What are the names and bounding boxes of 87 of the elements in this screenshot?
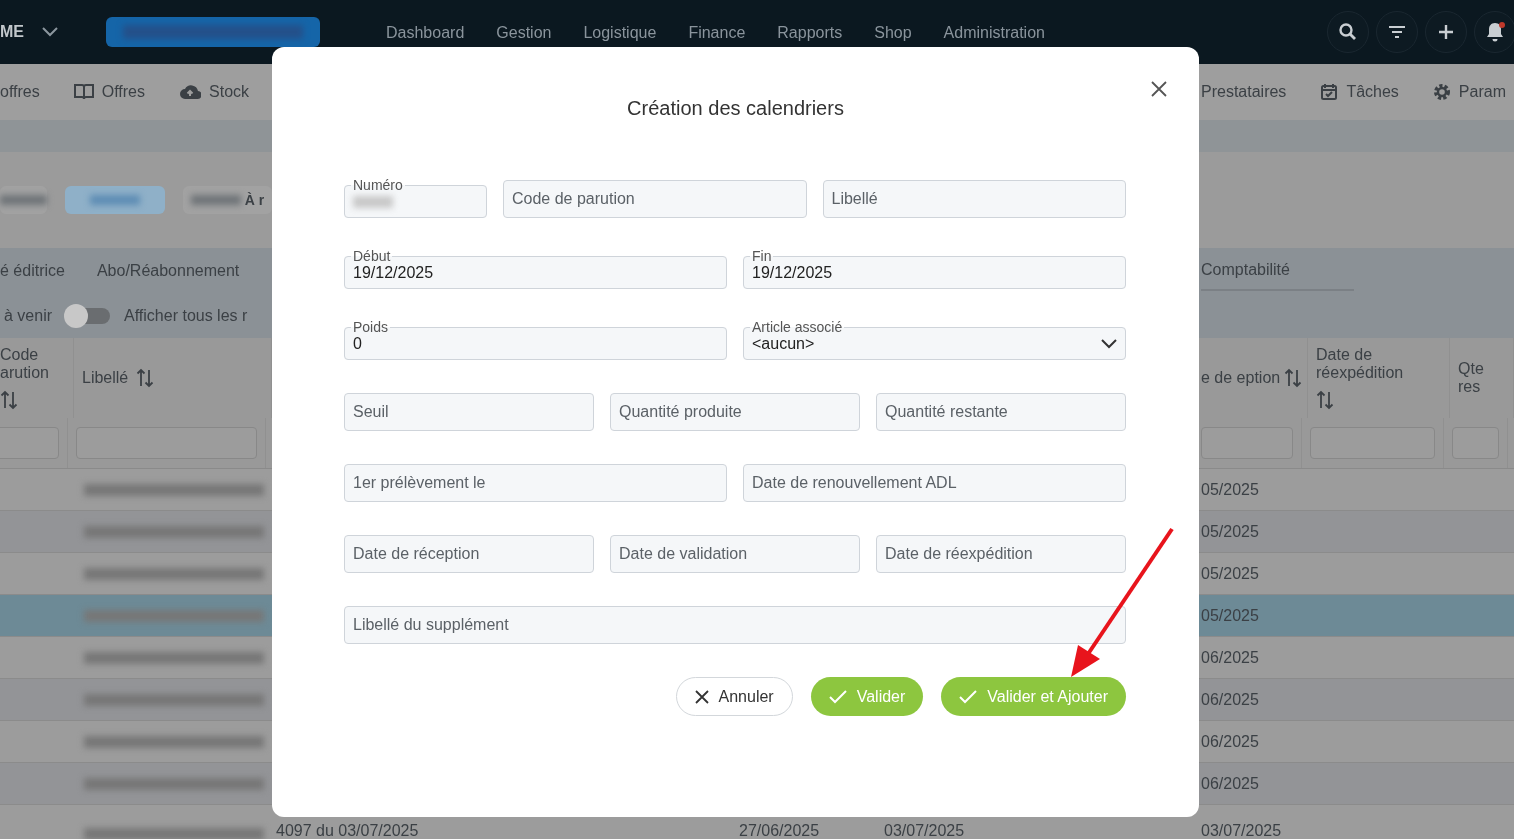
filter-label: à venir [4,306,53,325]
table-cell: 4097 du 03/07/2025 [276,822,419,839]
input-field[interactable]: Date de réexpédition [876,535,1126,573]
table-cell: 05/2025 [1201,606,1259,625]
nav-link[interactable]: Logistique [567,24,673,42]
nav-link[interactable]: Rapports [761,24,859,42]
toggle-label: Afficher tous les r [124,306,248,325]
confirm-button[interactable]: Valider [810,677,924,716]
input-field[interactable]: Poids 0 [344,320,727,360]
table-cell: 06/2025 [1201,732,1259,751]
sort-icon[interactable] [1284,368,1303,388]
tab[interactable]: é éditrice [0,251,65,290]
field-label: Début [352,249,392,263]
column-header[interactable]: e de eption [1201,369,1281,387]
field-label: Numéro [352,178,404,192]
nav-link[interactable]: Gestion [480,24,568,42]
filter-button[interactable] [1376,11,1418,53]
column-header[interactable]: Code arution [0,346,65,382]
input-field[interactable]: Quantité produite [610,393,860,431]
check-icon [959,689,978,704]
close-icon [694,689,709,704]
input-field[interactable]: Fin 19/12/2025 [743,249,1126,289]
chevron-down-icon [1101,338,1117,349]
nav-link[interactable]: Shop [858,24,928,42]
table-cell: 03/07/2025 [1201,822,1282,839]
field-label: Poids [352,320,390,334]
field-label: Article associé [751,320,844,334]
settings-icon [1432,83,1451,101]
cancel-button[interactable]: Annuler [675,677,793,716]
toolbar-link[interactable]: Prestataires [1201,83,1287,101]
calendar-icon [1320,83,1339,101]
field-value: 19/12/2025 [752,263,833,282]
search-icon [1338,22,1358,42]
input-field[interactable]: Date de validation [610,535,860,573]
sort-icon[interactable] [1316,390,1334,410]
table-cell: 06/2025 [1201,774,1259,793]
cloud-upload-icon [179,84,201,100]
nav-link[interactable]: Dashboard [370,24,481,42]
input-field[interactable]: Début 19/12/2025 [344,249,727,289]
filter-chip[interactable]: À r [183,186,272,214]
confirm-button[interactable]: Valider et Ajouter [941,677,1126,716]
toolbar-link[interactable]: Stock [179,83,250,101]
brand-name: ME [0,23,24,41]
tab[interactable]: Abo/Réabonnement [96,251,240,290]
input-field[interactable]: Date de réception [344,535,594,573]
table-cell: 03/07/2025 [884,822,965,839]
table-cell: 05/2025 [1201,480,1259,499]
book-icon [73,83,94,101]
input-field[interactable]: Seuil [344,393,594,431]
plus-icon [1436,22,1456,42]
notifications-button[interactable] [1474,11,1514,53]
field-value: 19/12/2025 [353,263,434,282]
toolbar-link[interactable]: Offres [73,83,145,101]
table-cell: 05/2025 [1201,522,1259,541]
sort-icon[interactable] [136,368,155,388]
nav-link[interactable]: Administration [927,24,1061,42]
add-button[interactable] [1425,11,1467,53]
toolbar-link[interactable]: offres [0,83,40,101]
input-field[interactable]: Libellé du supplément [344,606,1126,644]
column-header[interactable]: Qte res [1458,360,1505,396]
input-field[interactable]: Date de renouvellement ADL [743,464,1126,502]
input-field[interactable]: Libellé [822,180,1126,218]
sort-icon[interactable] [0,390,18,410]
select-value: <aucun> [752,334,815,353]
input-field[interactable]: Numéro [344,178,487,218]
field-label: Fin [751,249,773,263]
table-cell: 05/2025 [1201,564,1259,583]
select-field[interactable]: Article associé <aucun> [743,320,1126,360]
dialog-title: Création des calendriers [626,97,845,120]
column-header[interactable]: Date de réexpédition [1316,346,1441,382]
input-field[interactable]: 1er prélèvement le [344,464,727,502]
bell-icon [1484,21,1506,43]
close-button[interactable] [1149,79,1169,99]
column-header[interactable]: Libellé [82,369,129,387]
field-value: 0 [353,334,362,353]
table-cell: 06/2025 [1201,648,1259,667]
toolbar-link[interactable]: Tâches [1320,83,1399,101]
table-cell: 06/2025 [1201,690,1259,709]
input-field[interactable]: Code de parution [503,180,807,218]
toolbar-link[interactable]: Param [1432,83,1506,101]
nav-link[interactable]: Finance [672,24,762,42]
table-cell: 27/06/2025 [739,822,820,839]
check-icon [828,689,847,704]
chevron-down-icon[interactable] [42,27,58,37]
tab[interactable]: Comptabilité [1201,250,1354,291]
input-field[interactable]: Quantité restante [876,393,1126,431]
search-button[interactable] [1327,11,1369,53]
